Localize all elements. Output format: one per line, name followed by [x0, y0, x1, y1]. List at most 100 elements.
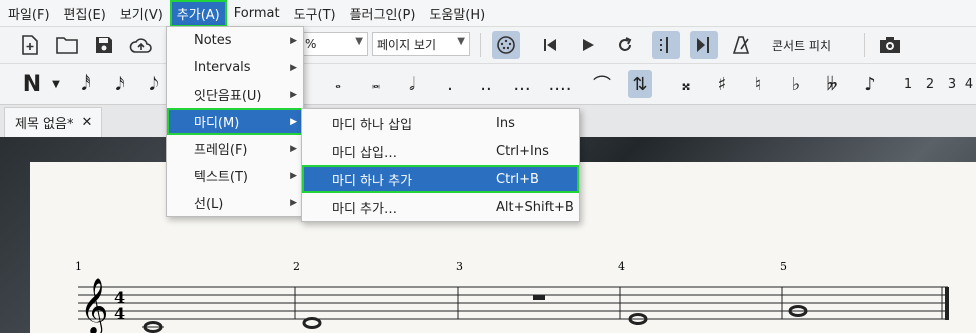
- flip-direction-icon[interactable]: ⇅: [628, 70, 652, 98]
- measure-number-3: 3: [456, 260, 463, 273]
- menu-item-label: 프레임(F): [194, 143, 248, 158]
- menu-item-shortcut: Ctrl+Ins: [496, 143, 549, 159]
- menu-item-frames[interactable]: 프레임(F) ▶: [167, 135, 303, 162]
- cloud-upload-icon[interactable]: [127, 31, 155, 59]
- triple-dot-icon[interactable]: ...: [510, 70, 534, 98]
- breve-icon[interactable]: 𝅜: [364, 70, 388, 98]
- duration-64th-icon[interactable]: 𝅘𝅥𝅰: [74, 70, 98, 98]
- whole-rest: [533, 295, 545, 300]
- menu-help[interactable]: 도움말(H): [423, 1, 491, 26]
- duration-16th-icon[interactable]: 𝅘𝅥𝅮: [142, 70, 166, 98]
- tab-title: 제목 없음*: [15, 117, 74, 132]
- menu-item-insert-one-measure[interactable]: 마디 하나 삽입 Ins: [302, 109, 579, 137]
- menu-item-intervals[interactable]: Intervals ▶: [167, 54, 303, 81]
- menu-item-label: Notes: [194, 33, 232, 48]
- treble-clef-icon: 𝄞: [80, 278, 108, 333]
- double-flat-icon[interactable]: 𝄫: [820, 70, 844, 98]
- chevron-right-icon: ▶: [290, 170, 297, 181]
- double-dot-icon[interactable]: ..: [474, 70, 498, 98]
- open-folder-icon[interactable]: [53, 31, 81, 59]
- menu-format[interactable]: Format: [228, 3, 286, 24]
- menu-file[interactable]: 파일(F): [2, 1, 56, 26]
- chevron-right-icon: ▶: [290, 143, 297, 154]
- menu-item-label: 마디 하나 추가: [332, 173, 413, 189]
- sharp-icon[interactable]: ♯: [710, 70, 734, 98]
- toolbar-divider: [480, 33, 481, 57]
- voice-3-button[interactable]: 3: [940, 70, 964, 98]
- rewind-icon[interactable]: [536, 31, 564, 59]
- chevron-right-icon: ▶: [290, 116, 297, 127]
- menu-item-insert-measures[interactable]: 마디 삽입… Ctrl+Ins: [302, 137, 579, 165]
- duration-32nd-icon[interactable]: 𝅘𝅥𝅯: [108, 70, 132, 98]
- loop-icon[interactable]: [611, 31, 639, 59]
- voice-icon[interactable]: ♪: [858, 70, 882, 98]
- chevron-right-icon: ▶: [290, 62, 297, 73]
- flat-icon[interactable]: ♭: [784, 70, 808, 98]
- menu-plugins[interactable]: 플러그인(P): [344, 1, 422, 26]
- menu-item-label: Intervals: [194, 60, 251, 75]
- quadruple-dot-icon[interactable]: ....: [548, 70, 572, 98]
- metronome-icon[interactable]: [728, 31, 756, 59]
- menu-item-label: 마디 하나 삽입: [332, 117, 413, 133]
- loop-out-icon[interactable]: [690, 31, 718, 59]
- measure-number-4: 4: [618, 260, 625, 273]
- chevron-down-icon: ▼: [457, 36, 465, 47]
- note-input-mode-icon[interactable]: N: [20, 70, 44, 98]
- zoom-value: %: [305, 37, 317, 51]
- menu-view[interactable]: 보기(V): [114, 1, 169, 26]
- add-menu: Notes ▶ Intervals ▶ 잇단음표(U) ▶ 마디(M) ▶ 프레임(F)…: [166, 26, 304, 217]
- toolbar-divider: [864, 33, 865, 57]
- whole-note-icon[interactable]: 𝅝: [326, 70, 350, 98]
- new-score-icon[interactable]: [16, 31, 44, 59]
- concert-pitch-button[interactable]: 콘서트 피치: [772, 37, 831, 54]
- menu-item-shortcut: Alt+Shift+B: [496, 199, 574, 215]
- midi-input-icon[interactable]: [492, 31, 520, 59]
- tab-untitled[interactable]: 제목 없음* ✕: [4, 107, 102, 137]
- voice-4-button[interactable]: 4: [962, 70, 976, 98]
- chevron-right-icon: ▶: [290, 35, 297, 46]
- save-icon[interactable]: [90, 31, 118, 59]
- menu-item-text[interactable]: 텍스트(T) ▶: [167, 162, 303, 189]
- chevron-down-icon: ▼: [355, 36, 363, 47]
- note-e4: [302, 317, 322, 329]
- menu-add[interactable]: 추가(A): [169, 0, 227, 27]
- note-c4: [142, 321, 164, 333]
- voice-1-button[interactable]: 1: [896, 70, 920, 98]
- menu-item-append-one-measure[interactable]: 마디 하나 추가 Ctrl+B: [302, 165, 579, 193]
- menu-bar: 파일(F) 편집(E) 보기(V) 추가(A) Format 도구(T) 플러그…: [0, 0, 976, 27]
- measure-number-1: 1: [75, 260, 82, 273]
- view-mode-combo[interactable]: 페이지 보기 ▼: [372, 32, 470, 56]
- menu-item-label: 선(L): [194, 197, 224, 212]
- half-note-icon[interactable]: 𝅗𝅥: [400, 70, 424, 98]
- note-input-toolbar: N ▼ 𝅘𝅥𝅰 𝅘𝅥𝅯 𝅘𝅥𝅮 𝅝 𝅜 𝅗𝅥 . .. ... .... ⌒ ⇅…: [0, 64, 976, 105]
- view-mode-value: 페이지 보기: [377, 37, 437, 52]
- menu-item-label: 마디 삽입…: [332, 145, 397, 161]
- double-sharp-icon[interactable]: 𝄪: [674, 70, 698, 98]
- close-icon[interactable]: ✕: [81, 115, 92, 130]
- main-toolbar: % ▼ 페이지 보기 ▼ 콘서트 피치: [0, 27, 976, 64]
- measure-number-5: 5: [780, 260, 787, 273]
- zoom-combo[interactable]: % ▼: [300, 32, 368, 56]
- time-signature-bottom: 4: [114, 304, 125, 323]
- menu-item-measures[interactable]: 마디(M) ▶: [167, 108, 303, 135]
- voice-2-button[interactable]: 2: [918, 70, 942, 98]
- camera-icon[interactable]: [876, 31, 904, 59]
- menu-item-shortcut: Ctrl+B: [496, 171, 539, 187]
- menu-item-label: 마디 추가…: [332, 201, 397, 217]
- menu-item-lines[interactable]: 선(L) ▶: [167, 189, 303, 216]
- menu-tools[interactable]: 도구(T): [288, 1, 342, 26]
- loop-in-icon[interactable]: [652, 31, 680, 59]
- menu-item-shortcut: Ins: [496, 115, 515, 131]
- chevron-right-icon: ▶: [290, 197, 297, 208]
- dot-icon[interactable]: .: [438, 70, 462, 98]
- chevron-down-icon[interactable]: ▼: [44, 70, 68, 98]
- menu-item-label: 마디(M): [194, 116, 240, 131]
- chevron-right-icon: ▶: [290, 89, 297, 100]
- natural-icon[interactable]: ♮: [746, 70, 770, 98]
- menu-item-tuplets[interactable]: 잇단음표(U) ▶: [167, 81, 303, 108]
- menu-item-notes[interactable]: Notes ▶: [167, 27, 303, 54]
- tie-icon[interactable]: ⌒: [590, 70, 614, 98]
- menu-edit[interactable]: 편집(E): [58, 1, 112, 26]
- menu-item-append-measures[interactable]: 마디 추가… Alt+Shift+B: [302, 193, 579, 221]
- play-icon[interactable]: [574, 31, 602, 59]
